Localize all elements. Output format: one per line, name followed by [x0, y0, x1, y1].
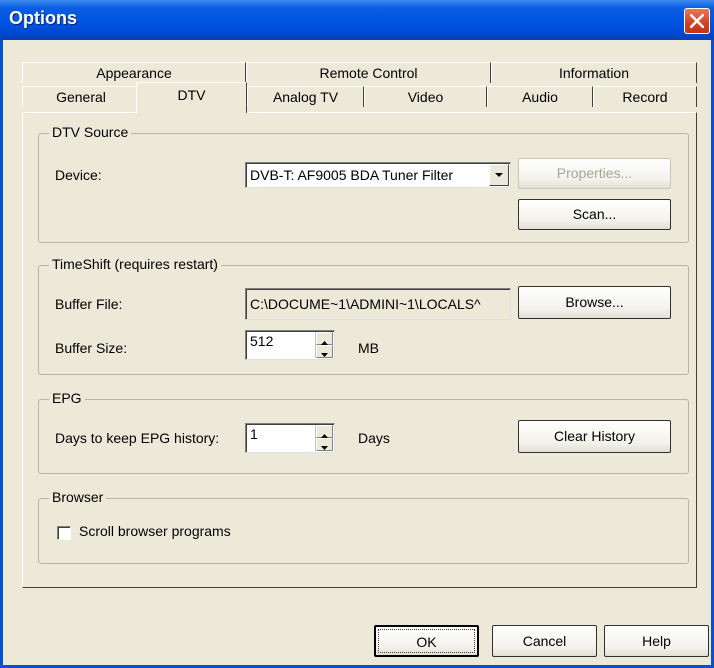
timeshift-group: TimeShift (requires restart)	[38, 256, 689, 375]
spin-down-button[interactable]	[316, 345, 333, 358]
close-button[interactable]	[684, 8, 710, 34]
tab-general[interactable]: General	[22, 86, 140, 107]
epg-days-input[interactable]: 1	[245, 423, 335, 453]
tab-label: Remote Control	[319, 65, 418, 81]
device-value: DVB-T: AF9005 BDA Tuner Filter	[250, 167, 454, 183]
scan-button[interactable]: Scan...	[518, 199, 671, 230]
epg-days-label: Days to keep EPG history:	[55, 430, 220, 446]
scroll-browser-label[interactable]: Scroll browser programs	[79, 523, 231, 539]
clear-history-button-label: Clear History	[554, 428, 635, 444]
tab-information[interactable]: Information	[491, 62, 697, 83]
device-dropdown-button[interactable]	[489, 164, 509, 186]
tab-label: Audio	[522, 89, 558, 105]
buffer-size-input[interactable]: 512	[245, 330, 335, 360]
tab-label: Appearance	[96, 65, 172, 81]
help-button-label: Help	[642, 633, 671, 649]
tab-label: Analog TV	[272, 89, 339, 105]
buffer-size-unit: MB	[358, 340, 379, 356]
cancel-button[interactable]: Cancel	[492, 625, 597, 657]
close-icon	[690, 14, 704, 28]
help-button[interactable]: Help	[604, 625, 709, 657]
epg-days-unit: Days	[358, 430, 390, 446]
scan-button-label: Scan...	[572, 206, 617, 222]
group-legend: Browser	[49, 489, 107, 505]
buffer-size-value: 512	[250, 333, 274, 349]
clear-history-button[interactable]: Clear History	[518, 420, 671, 453]
epg-days-value: 1	[250, 426, 258, 442]
tab-analog-tv[interactable]: Analog TV	[247, 86, 364, 107]
tab-audio[interactable]: Audio	[487, 86, 593, 107]
tab-video[interactable]: Video	[364, 86, 487, 107]
arrow-down-icon	[321, 446, 328, 450]
spin-up-button[interactable]	[316, 425, 333, 438]
spin-down-button[interactable]	[316, 438, 333, 451]
window-title: Options	[9, 8, 77, 28]
ok-button-label: OK	[416, 634, 437, 650]
tab-dtv[interactable]: DTV	[136, 82, 247, 113]
buffer-file-field[interactable]: C:\DOCUME~1\ADMINI~1\LOCALS^	[245, 288, 511, 320]
tab-record[interactable]: Record	[593, 86, 697, 107]
browse-button[interactable]: Browse...	[518, 286, 671, 319]
properties-button[interactable]: Properties...	[518, 158, 671, 189]
buffer-file-label: Buffer File:	[55, 296, 123, 312]
tab-label: Record	[622, 89, 668, 105]
dtv-tab-panel: DTV Source Device: DVB-T: AF9005 BDA Tun…	[22, 112, 697, 588]
group-legend: EPG	[49, 390, 85, 406]
buffer-file-value: C:\DOCUME~1\ADMINI~1\LOCALS^	[250, 296, 481, 312]
tab-label: General	[56, 89, 106, 105]
spin-up-button[interactable]	[316, 332, 333, 345]
device-label: Device:	[55, 167, 102, 183]
title-bar[interactable]: Options	[0, 0, 714, 40]
buffer-size-spinner[interactable]	[315, 332, 333, 358]
group-legend: TimeShift (requires restart)	[49, 256, 221, 272]
ok-button[interactable]: OK	[374, 625, 479, 657]
tab-remote-control[interactable]: Remote Control	[246, 62, 491, 83]
properties-button-label: Properties...	[556, 165, 633, 181]
scroll-browser-checkbox[interactable]	[57, 526, 71, 540]
tab-label: Information	[558, 65, 630, 81]
tab-label: DTV	[177, 87, 206, 103]
tab-label: Video	[407, 89, 444, 105]
epg-days-spinner[interactable]	[315, 425, 333, 451]
device-select[interactable]: DVB-T: AF9005 BDA Tuner Filter	[245, 162, 511, 188]
chevron-down-icon	[495, 173, 503, 177]
tab-appearance[interactable]: Appearance	[22, 62, 246, 83]
browse-button-label: Browse...	[565, 294, 624, 310]
cancel-button-label: Cancel	[522, 633, 567, 649]
group-legend: DTV Source	[49, 124, 132, 140]
arrow-down-icon	[321, 353, 328, 357]
buffer-size-label: Buffer Size:	[55, 340, 128, 356]
